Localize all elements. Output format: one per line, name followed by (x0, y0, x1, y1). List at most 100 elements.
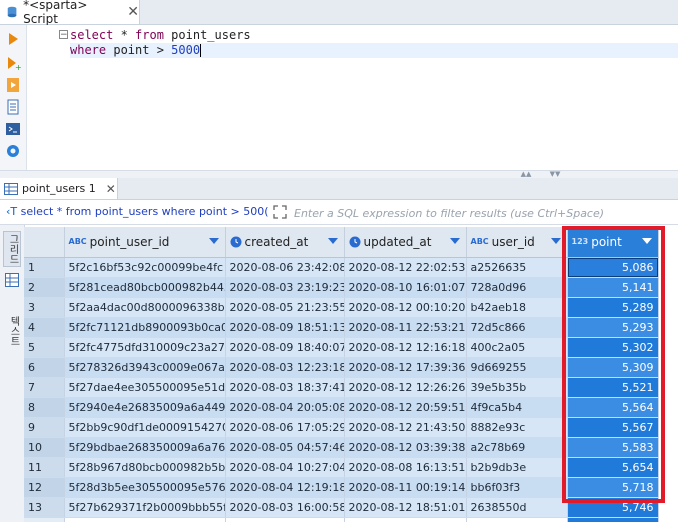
updated-at-cell[interactable]: 2020-08-12 18:51:01 (344, 497, 467, 518)
updated-at-cell[interactable]: 2020-08-12 03:39:38 (344, 437, 467, 458)
user-id-cell[interactable]: a2526635 (466, 257, 568, 278)
column-header-point[interactable]: 123 point (567, 227, 659, 258)
updated-at-cell[interactable]: 2020-08-11 22:53:21 (344, 317, 467, 338)
explain-plan-icon[interactable] (5, 99, 21, 115)
execute-new-tab-icon[interactable]: + (5, 55, 21, 71)
row-number-cell[interactable]: 6 (24, 357, 65, 378)
user-id-cell[interactable]: 4f9ca5b4 (466, 397, 568, 418)
close-results-tab-icon[interactable]: ✕ (106, 182, 116, 196)
user-id-cell[interactable]: a2c78b69 (466, 437, 568, 458)
table-row[interactable]: 2 5f281cead80bcb000982b443 2020-08-03 23:1… (24, 277, 678, 298)
table-row[interactable]: 4 5f2fc71121db8900093b0ca0 2020-08-09 18:5… (24, 317, 678, 338)
row-number-cell[interactable]: 1 (24, 257, 65, 278)
user-id-cell[interactable]: 8882e93c (466, 417, 568, 438)
close-tab-icon[interactable]: ✕ (127, 4, 139, 20)
point-user-id-cell[interactable]: 5f2940e4e26835009a6a449 (64, 397, 226, 418)
column-menu-arrow-icon[interactable] (550, 238, 561, 244)
updated-at-cell[interactable]: 2020-08-12 21:43:50 (344, 417, 467, 438)
point-cell[interactable]: 5,564 (567, 397, 659, 418)
updated-at-cell[interactable]: 2020-08-10 16:01:07 (344, 277, 467, 298)
row-number-cell[interactable]: 12 (24, 477, 65, 498)
updated-at-cell[interactable]: 2020-08-12 20:59:51 (344, 397, 467, 418)
row-number-cell[interactable]: 13 (24, 497, 65, 518)
point-cell[interactable]: 5,567 (567, 417, 659, 438)
script-tab[interactable]: *<sparta> Script ✕ (0, 0, 140, 26)
point-user-id-cell[interactable]: 5f28d3b5ee305500095e576b (64, 477, 226, 498)
filter-expression-input[interactable] (292, 202, 678, 224)
point-cell[interactable]: 5,521 (567, 377, 659, 398)
table-row[interactable]: 9 5f2bb9c90df1de0009154270 2020-08-06 17:0… (24, 417, 678, 438)
created-at-cell[interactable]: 2020-08-03 23:19:23 (225, 277, 345, 298)
column-menu-arrow-icon[interactable] (208, 238, 219, 244)
table-row[interactable]: 11 5f28b967d80bcb000982b5b6 2020-08-04 10:… (24, 457, 678, 478)
row-number-cell[interactable]: 11 (24, 457, 65, 478)
user-id-cell[interactable]: b42aeb18 (466, 297, 568, 318)
row-number-cell[interactable]: 9 (24, 417, 65, 438)
results-grid[interactable]: ABC point_user_id created_at updated_at A… (24, 227, 678, 522)
table-row[interactable]: 8 5f2940e4e26835009a6a449 2020-08-04 20:05… (24, 397, 678, 418)
user-id-cell[interactable]: 2638550d (466, 497, 568, 518)
row-number-cell[interactable]: 3 (24, 297, 65, 318)
sql-editor[interactable]: − select * from point_users where point … (27, 25, 678, 170)
column-menu-arrow-icon[interactable] (327, 238, 338, 244)
created-at-cell[interactable]: 2020-08-05 04:57:46 (225, 437, 345, 458)
point-cell[interactable]: 5,309 (567, 357, 659, 378)
table-row[interactable]: 13 5f27b629371f2b0009bbb55f 2020-08-03 16:… (24, 497, 678, 518)
created-at-cell[interactable]: 2020-08-03 18:37:41 (225, 377, 345, 398)
point-user-id-cell[interactable]: 5f27dae4ee305500095e51de (64, 377, 226, 398)
table-row[interactable]: 1 5f2c16bf53c92c00099be4fc 2020-08-06 23:4… (24, 257, 678, 278)
user-id-cell[interactable]: bb6f03f3 (466, 477, 568, 498)
column-header-updated_at[interactable]: updated_at (344, 227, 467, 258)
created-at-cell[interactable]: 2020-08-06 23:42:08 (225, 257, 345, 278)
table-row[interactable]: 7 5f27dae4ee305500095e51de 2020-08-03 18:3… (24, 377, 678, 398)
updated-at-cell[interactable]: 2020-08-11 00:19:14 (344, 477, 467, 498)
point-user-id-cell[interactable]: 5f2aa4dac00d8000096338b2 (64, 297, 226, 318)
user-id-cell[interactable]: 39e5b35b (466, 377, 568, 398)
point-cell[interactable]: 5,718 (567, 477, 659, 498)
row-number-cell[interactable]: 10 (24, 437, 65, 458)
user-id-cell[interactable]: 5aafaccc (466, 517, 568, 522)
point-cell[interactable]: 5,289 (567, 297, 659, 318)
grid-view-button[interactable]: 그리드 (3, 231, 21, 267)
point-user-id-cell[interactable]: 5f281cead80bcb000982b443 (64, 277, 226, 298)
table-row[interactable]: 6 5f278326d3943c0009e067a0 2020-08-03 12:2… (24, 357, 678, 378)
updated-at-cell[interactable]: 2020-08-12 00:10:20 (344, 297, 467, 318)
table-row[interactable]: 3 5f2aa4dac00d8000096338b2 2020-08-05 21:2… (24, 297, 678, 318)
point-user-id-cell[interactable]: 5f2bb9c90df1de0009154270 (64, 417, 226, 438)
point-user-id-cell[interactable]: 5f28b967d80bcb000982b5b6 (64, 457, 226, 478)
row-number-cell[interactable]: 4 (24, 317, 65, 338)
point-cell[interactable]: 5,583 (567, 437, 659, 458)
point-user-id-cell[interactable]: 5f2bd0840df1de000915431c (64, 517, 226, 522)
user-id-cell[interactable]: 728a0d96 (466, 277, 568, 298)
text-view-button[interactable]: 텍스트 (3, 311, 21, 351)
column-menu-arrow-icon[interactable] (641, 238, 652, 244)
filter-history-icon[interactable]: ‹T (6, 205, 21, 218)
point-cell[interactable]: 5,302 (567, 337, 659, 358)
point-cell[interactable]: 5,086 (567, 257, 659, 278)
row-number-cell[interactable]: 2 (24, 277, 65, 298)
created-at-cell[interactable]: 2020-08-09 18:40:07 (225, 337, 345, 358)
point-cell[interactable]: 5,141 (567, 277, 659, 298)
row-number-cell[interactable]: 8 (24, 397, 65, 418)
table-row[interactable]: 5 5f2fc4775dfd310009c23a27 2020-08-09 18:4… (24, 337, 678, 358)
row-number-cell[interactable]: 7 (24, 377, 65, 398)
updated-at-cell[interactable]: 2020-08-12 12:16:18 (344, 337, 467, 358)
fold-toggle-icon[interactable]: − (59, 30, 68, 40)
column-header-created_at[interactable]: created_at (225, 227, 345, 258)
user-id-cell[interactable]: 9d669255 (466, 357, 568, 378)
grid-view-icon[interactable] (5, 273, 19, 287)
point-cell[interactable]: 5,293 (567, 317, 659, 338)
point-user-id-cell[interactable]: 5f2c16bf53c92c00099be4fc (64, 257, 226, 278)
created-at-cell[interactable]: 2020-08-04 10:27:04 (225, 457, 345, 478)
point-user-id-cell[interactable]: 5f2fc4775dfd310009c23a27 (64, 337, 226, 358)
updated-at-cell[interactable]: 2020-08-12 17:17:18 (344, 517, 467, 522)
row-number-cell[interactable]: 14 (24, 517, 65, 522)
execute-statement-icon[interactable] (5, 31, 21, 47)
created-at-cell[interactable]: 2020-08-03 12:23:18 (225, 357, 345, 378)
user-id-cell[interactable]: 72d5c866 (466, 317, 568, 338)
created-at-cell[interactable]: 2020-08-05 21:23:55 (225, 297, 345, 318)
column-header-point_user_id[interactable]: ABC point_user_id (64, 227, 226, 258)
created-at-cell[interactable]: 2020-08-04 12:19:18 (225, 477, 345, 498)
column-menu-arrow-icon[interactable] (449, 238, 460, 244)
console-icon[interactable] (5, 121, 21, 137)
